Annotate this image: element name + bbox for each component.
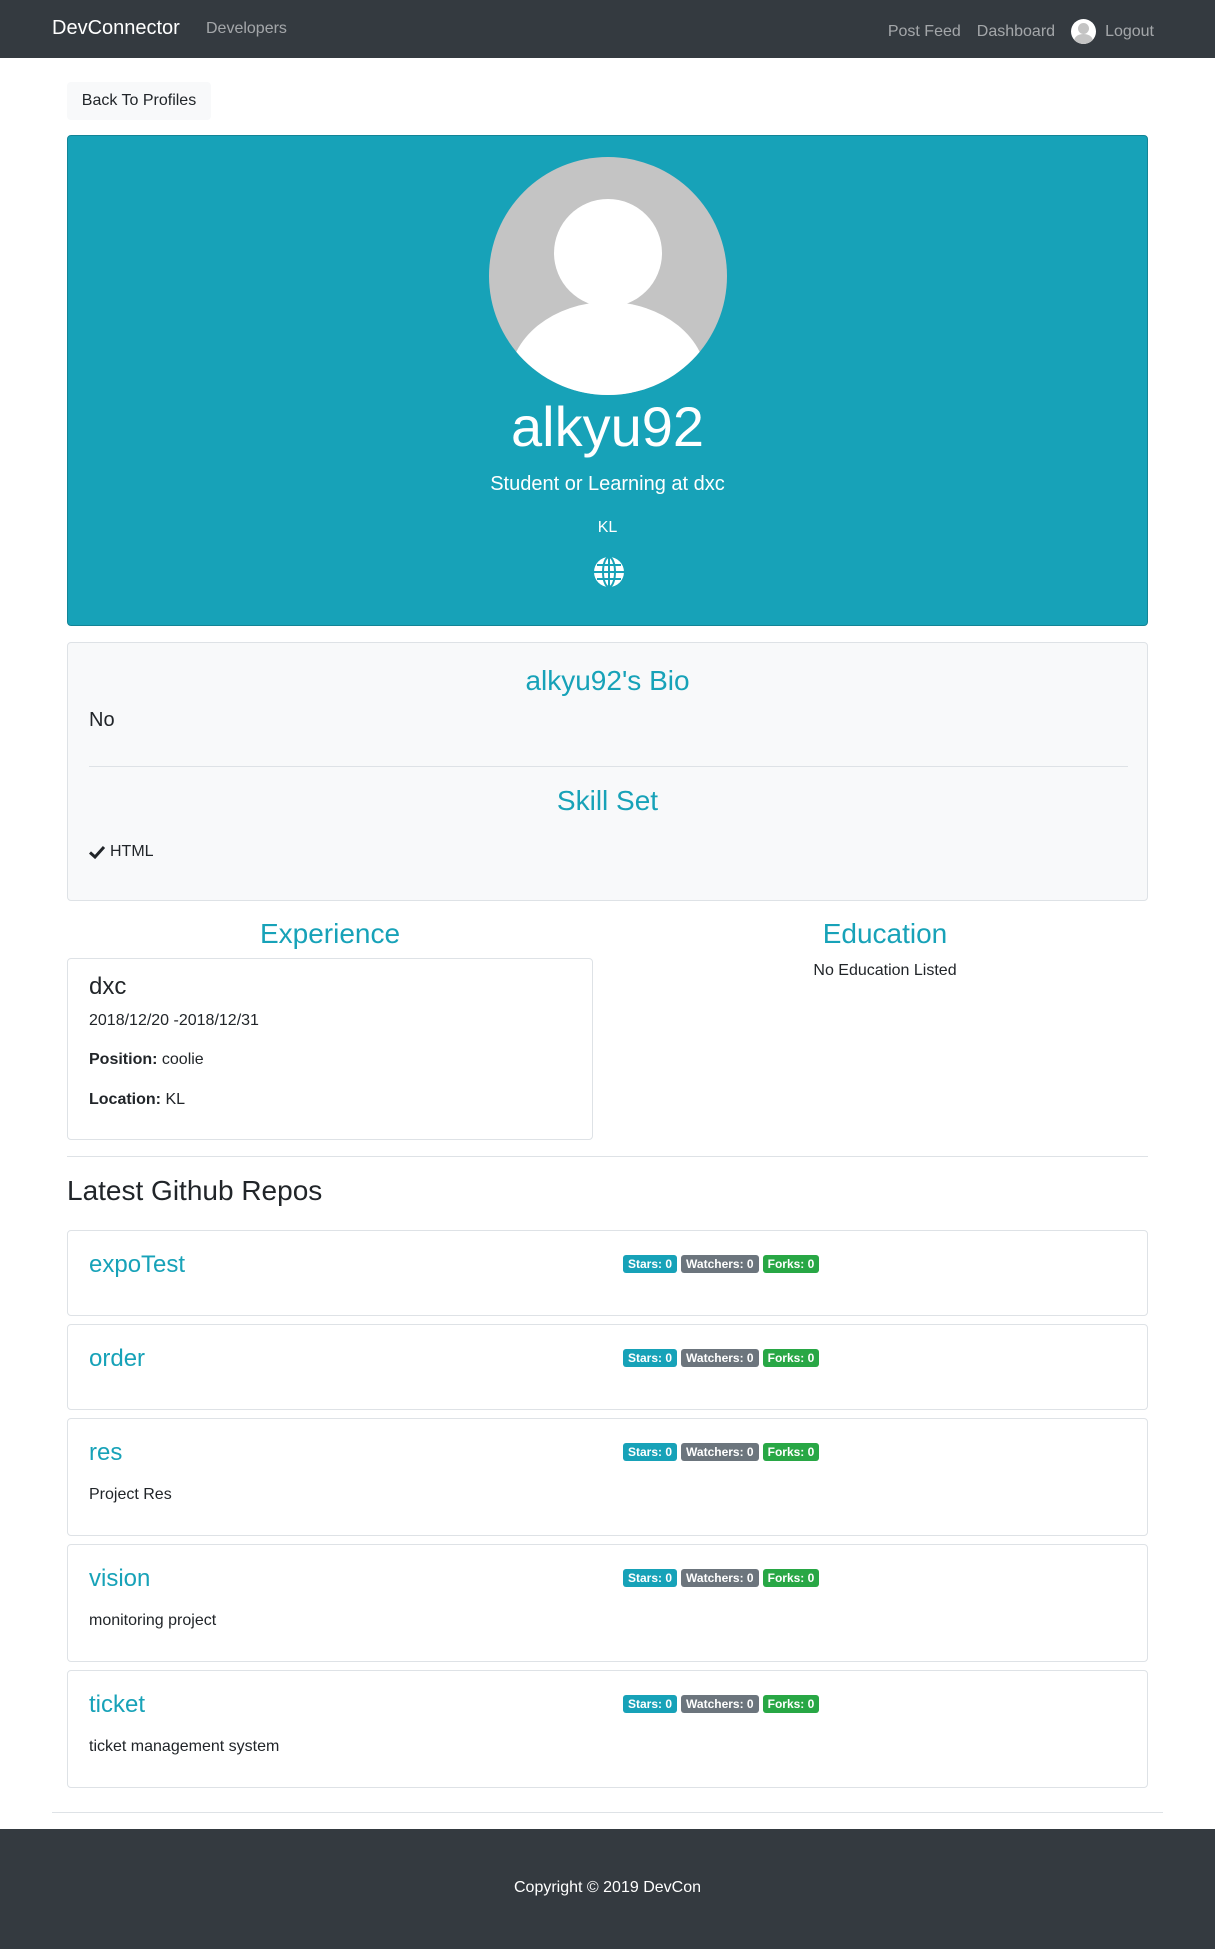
location-label: Location: — [89, 1091, 161, 1108]
stars-badge: Stars: 0 — [623, 1255, 678, 1273]
experience-card: dxc 2018/12/20 -2018/12/31 Position: coo… — [67, 958, 593, 1140]
nav-developers-link[interactable]: Developers — [206, 20, 287, 38]
repo-name-link[interactable]: vision — [89, 1565, 150, 1593]
profile-avatar — [489, 157, 727, 395]
repos-title: Latest Github Repos — [67, 1175, 323, 1206]
skill-set-title: Skill Set — [556, 785, 659, 816]
nav-right: Post Feed Dashboard Logout — [888, 19, 1154, 44]
stars-badge: Stars: 0 — [623, 1349, 678, 1367]
user-avatar-icon[interactable] — [1071, 19, 1097, 44]
watchers-badge: Watchers: 0 — [681, 1443, 759, 1461]
forks-badge: Forks: 0 — [762, 1569, 820, 1587]
position-value: coolie — [161, 1051, 204, 1068]
bio-text: No — [89, 709, 115, 731]
experience-title: Experience — [259, 918, 401, 949]
location-value: KL — [165, 1091, 186, 1108]
repo-badges: Stars: 0 Watchers: 0 Forks: 0 — [623, 1255, 823, 1273]
skill-item: HTML — [89, 843, 154, 861]
footer-copyright: Copyright © 2019 DevCon — [514, 1879, 701, 1896]
divider — [52, 1812, 1163, 1813]
repo-card: vision monitoring project Stars: 0 Watch… — [67, 1544, 1148, 1662]
forks-badge: Forks: 0 — [762, 1443, 820, 1461]
forks-badge: Forks: 0 — [762, 1695, 820, 1713]
position-label: Position: — [89, 1051, 158, 1068]
divider — [89, 766, 1128, 767]
repo-badges: Stars: 0 Watchers: 0 Forks: 0 — [623, 1443, 823, 1461]
skill-label: HTML — [110, 843, 154, 860]
forks-badge: Forks: 0 — [762, 1255, 820, 1273]
navbar: DevConnector Developers Post Feed Dashbo… — [0, 0, 1215, 58]
repo-card: ticket ticket management system Stars: 0… — [67, 1670, 1148, 1788]
nav-dashboard-link[interactable]: Dashboard — [977, 23, 1055, 41]
repo-description: monitoring project — [89, 1612, 217, 1629]
stars-badge: Stars: 0 — [623, 1443, 678, 1461]
divider — [67, 1156, 1148, 1157]
repo-name-link[interactable]: ticket — [89, 1691, 145, 1719]
globe-icon[interactable] — [592, 555, 626, 589]
watchers-badge: Watchers: 0 — [681, 1569, 759, 1587]
stars-badge: Stars: 0 — [623, 1569, 678, 1587]
brand-link[interactable]: DevConnector — [52, 17, 180, 40]
profile-status: Student or Learning at dxc — [490, 473, 725, 495]
profile-header-card: alkyu92 Student or Learning at dxc KL — [67, 135, 1148, 626]
experience-company: dxc — [89, 973, 127, 1000]
repo-card: res Project Res Stars: 0 Watchers: 0 For… — [67, 1418, 1148, 1536]
footer: Copyright © 2019 DevCon — [0, 1829, 1215, 1949]
bio-title: alkyu92's Bio — [525, 665, 690, 696]
watchers-badge: Watchers: 0 — [681, 1695, 759, 1713]
experience-dates: 2018/12/20 -2018/12/31 — [89, 1012, 259, 1029]
back-to-profiles-button[interactable]: Back To Profiles — [67, 82, 211, 120]
profile-handle: alkyu92 — [510, 395, 705, 458]
repo-badges: Stars: 0 Watchers: 0 Forks: 0 — [623, 1569, 823, 1587]
education-title: Education — [822, 918, 948, 949]
education-empty-text: No Education Listed — [813, 962, 957, 979]
nav-post-feed-link[interactable]: Post Feed — [888, 23, 961, 41]
profile-location: KL — [597, 519, 618, 536]
watchers-badge: Watchers: 0 — [681, 1349, 759, 1367]
watchers-badge: Watchers: 0 — [681, 1255, 759, 1273]
repo-name-link[interactable]: expoTest — [89, 1251, 185, 1279]
repo-badges: Stars: 0 Watchers: 0 Forks: 0 — [623, 1349, 823, 1367]
repo-card: expoTest Stars: 0 Watchers: 0 Forks: 0 — [67, 1230, 1148, 1316]
forks-badge: Forks: 0 — [762, 1349, 820, 1367]
repo-description: ticket management system — [89, 1738, 280, 1755]
stars-badge: Stars: 0 — [623, 1695, 678, 1713]
nav-logout-link[interactable]: Logout — [1105, 23, 1154, 41]
experience-location: Location: KL — [89, 1091, 185, 1109]
repo-description: Project Res — [89, 1486, 172, 1503]
repo-name-link[interactable]: res — [89, 1439, 122, 1467]
repo-name-link[interactable]: order — [89, 1345, 145, 1373]
check-icon — [89, 845, 105, 859]
repo-card: order Stars: 0 Watchers: 0 Forks: 0 — [67, 1324, 1148, 1410]
bio-card: alkyu92's Bio No Skill Set HTML — [67, 642, 1148, 901]
repo-badges: Stars: 0 Watchers: 0 Forks: 0 — [623, 1695, 823, 1713]
experience-position: Position: coolie — [89, 1051, 204, 1069]
